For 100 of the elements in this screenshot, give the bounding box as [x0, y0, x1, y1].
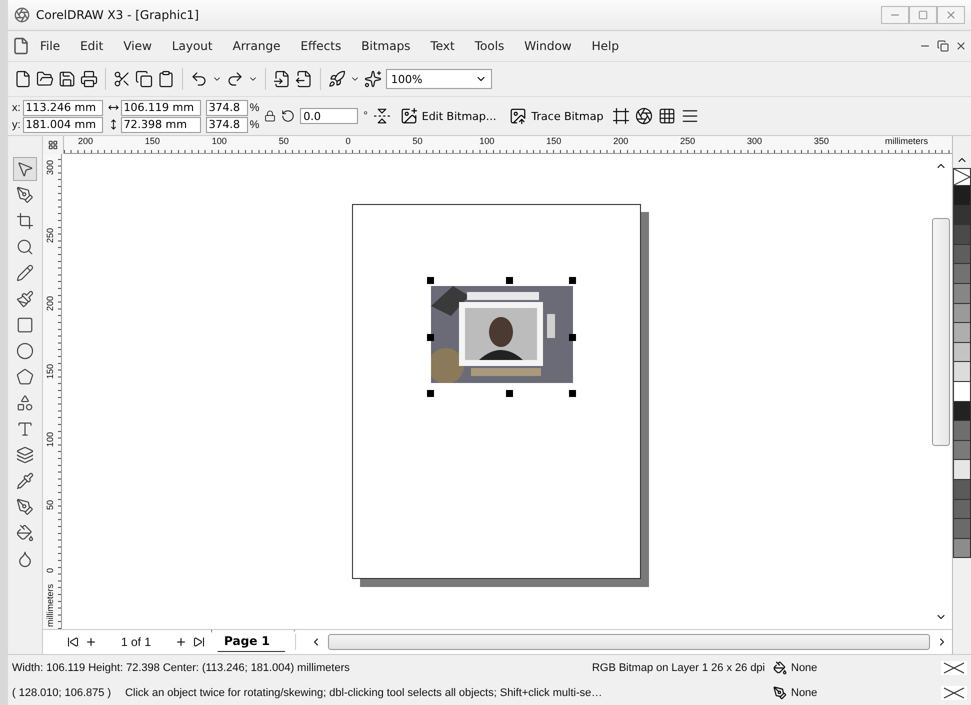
- width-field[interactable]: 106.119 mm: [120, 100, 201, 116]
- color-swatch[interactable]: [953, 519, 971, 539]
- drawing-canvas[interactable]: [62, 154, 930, 629]
- eyedropper-icon[interactable]: [14, 470, 36, 492]
- color-swatch[interactable]: [953, 244, 971, 264]
- selection-handle[interactable]: [569, 390, 576, 397]
- outline-pen-icon[interactable]: [14, 496, 36, 518]
- crop-bitmap-icon[interactable]: [612, 107, 630, 125]
- color-swatch[interactable]: [953, 500, 971, 520]
- trace-bitmap-button[interactable]: Trace Bitmap: [505, 105, 608, 127]
- save-icon[interactable]: [58, 70, 76, 88]
- close-icon[interactable]: [955, 40, 967, 52]
- lock-icon[interactable]: [264, 110, 276, 122]
- menu-item[interactable]: Arrange: [222, 37, 290, 55]
- selection-handle[interactable]: [569, 334, 576, 341]
- selection-handle[interactable]: [427, 277, 434, 284]
- selection-handle[interactable]: [427, 334, 434, 341]
- launcher-icon[interactable]: [328, 70, 346, 88]
- color-swatch[interactable]: [953, 460, 971, 480]
- scale-y-field[interactable]: 374.8: [206, 116, 248, 132]
- x-label: x:: [12, 102, 21, 114]
- zoom-dropdown[interactable]: 100%: [386, 69, 492, 89]
- color-swatch[interactable]: [953, 538, 971, 558]
- new-file-icon[interactable]: [14, 70, 32, 88]
- menu-item[interactable]: Effects: [290, 37, 352, 55]
- last-page-icon[interactable]: [193, 636, 206, 648]
- maximize-icon[interactable]: [918, 10, 928, 20]
- sparkle-icon[interactable]: [364, 70, 382, 88]
- open-icon[interactable]: [36, 70, 54, 88]
- mirror-icon[interactable]: [372, 107, 391, 125]
- blend-icon[interactable]: [14, 444, 36, 466]
- color-swatch[interactable]: [953, 421, 971, 441]
- menu-item[interactable]: Tools: [464, 37, 514, 55]
- app-logo-icon: [14, 7, 30, 23]
- color-swatch[interactable]: [953, 304, 971, 324]
- bitmap-mask-icon[interactable]: [658, 107, 676, 125]
- scale-x-field[interactable]: 374.8: [206, 100, 248, 116]
- menu-item[interactable]: Bitmaps: [351, 37, 420, 55]
- import-icon[interactable]: [273, 70, 291, 88]
- selection-handle[interactable]: [569, 277, 576, 284]
- ellipse-icon[interactable]: [14, 340, 36, 362]
- vertical-scrollbar[interactable]: [930, 154, 952, 629]
- pen-icon[interactable]: [14, 184, 36, 206]
- color-swatch[interactable]: [953, 323, 971, 343]
- color-swatch[interactable]: [953, 206, 971, 226]
- page-tab[interactable]: Page 1: [211, 630, 295, 652]
- menu-item[interactable]: Help: [582, 37, 629, 55]
- bitmap-edit-icon[interactable]: [400, 107, 418, 125]
- selection-handle[interactable]: [427, 390, 434, 397]
- y-field[interactable]: 181.004 mm: [22, 116, 103, 132]
- outline-icon: [773, 686, 787, 700]
- undo-icon[interactable]: [190, 70, 208, 88]
- color-swatch[interactable]: [953, 362, 971, 382]
- document-icon[interactable]: [12, 37, 30, 55]
- menu-item[interactable]: View: [113, 37, 162, 55]
- selection-handle[interactable]: [506, 390, 513, 397]
- crop-icon[interactable]: [14, 210, 36, 232]
- cut-icon[interactable]: [113, 70, 131, 88]
- add-page-icon[interactable]: [85, 636, 97, 648]
- color-swatch[interactable]: [953, 342, 971, 362]
- ruler-origin-icon[interactable]: [48, 140, 58, 150]
- bitmap-trace-icon[interactable]: [509, 107, 528, 125]
- rotate-icon[interactable]: [281, 109, 296, 123]
- close-button[interactable]: [937, 6, 965, 24]
- no-fill-icon: [941, 660, 967, 674]
- color-swatch[interactable]: [953, 284, 971, 304]
- color-swatch[interactable]: [953, 225, 971, 245]
- color-swatch[interactable]: [953, 264, 971, 284]
- angle-field[interactable]: 0.0: [300, 108, 358, 124]
- menu-item[interactable]: Window: [514, 37, 582, 55]
- resample-icon[interactable]: [635, 107, 654, 125]
- color-swatch[interactable]: [953, 480, 971, 500]
- print-icon[interactable]: [80, 70, 98, 88]
- brush-icon[interactable]: [14, 288, 36, 310]
- pencil-icon[interactable]: [14, 262, 36, 284]
- menu-item[interactable]: Text: [420, 37, 465, 55]
- pointer-icon[interactable]: [14, 158, 36, 180]
- selection-handle[interactable]: [506, 277, 513, 284]
- export-icon[interactable]: [295, 70, 313, 88]
- fill-icon[interactable]: [14, 522, 36, 544]
- add-page-icon[interactable]: [175, 636, 188, 648]
- color-palette[interactable]: [952, 136, 971, 654]
- restore-icon[interactable]: [937, 40, 949, 52]
- menu-item[interactable]: Edit: [70, 37, 114, 55]
- wrap-text-icon[interactable]: [681, 107, 700, 125]
- color-swatch[interactable]: [953, 382, 971, 402]
- color-swatch[interactable]: [953, 186, 971, 206]
- x-field[interactable]: 113.246 mm: [22, 100, 103, 116]
- menu-item[interactable]: File: [30, 37, 70, 55]
- no-color-swatch[interactable]: [953, 168, 971, 186]
- copy-icon[interactable]: [135, 70, 153, 88]
- edit-bitmap-button[interactable]: Edit Bitmap...: [396, 105, 500, 127]
- color-swatch[interactable]: [953, 402, 971, 422]
- paste-icon[interactable]: [157, 70, 175, 88]
- maximize-button[interactable]: [909, 6, 937, 24]
- first-page-icon[interactable]: [67, 636, 79, 648]
- height-field[interactable]: 72.398 mm: [120, 116, 201, 132]
- redo-icon[interactable]: [226, 70, 244, 88]
- color-swatch[interactable]: [953, 440, 971, 460]
- menu-item[interactable]: Layout: [162, 37, 223, 55]
